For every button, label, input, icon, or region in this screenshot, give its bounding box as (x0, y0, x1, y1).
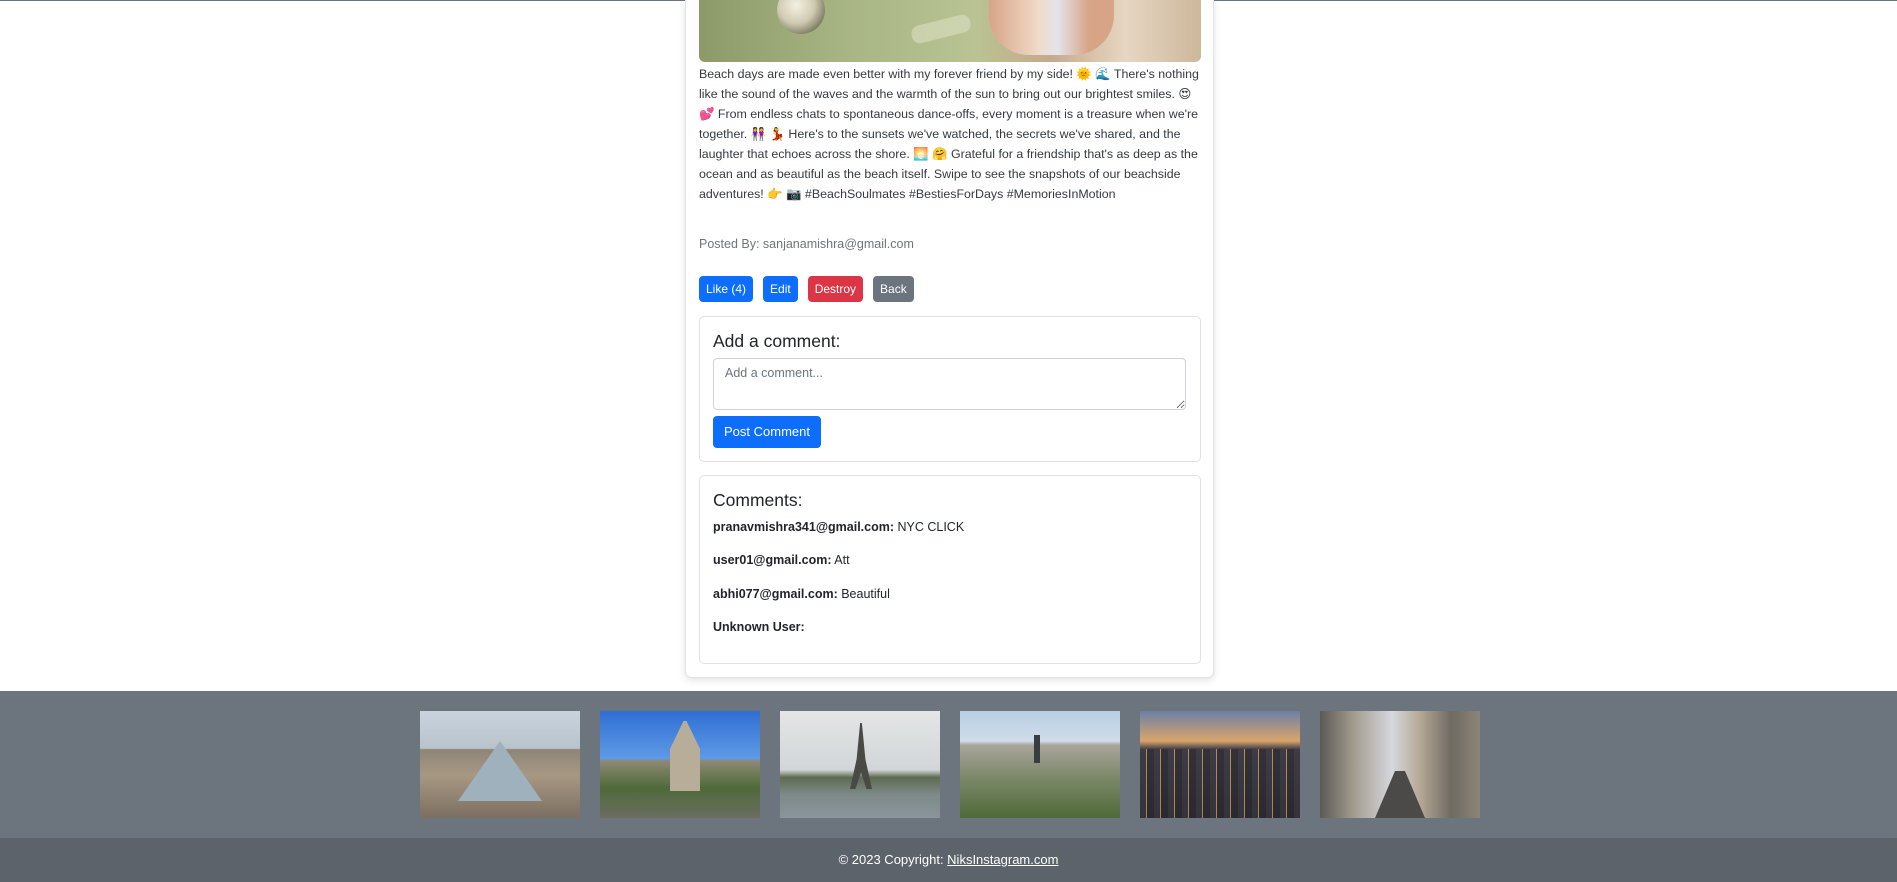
gallery-image-paris-skyline[interactable] (960, 711, 1120, 818)
pyramid-shape (458, 741, 542, 801)
scooter-badge (909, 13, 973, 45)
footer-site-link[interactable]: NiksInstagram.com (947, 852, 1058, 867)
copyright-text: © 2023 Copyright: (838, 852, 948, 867)
cathedral-shape (670, 721, 700, 791)
post-card: Beach days are made even better with my … (685, 0, 1214, 678)
post-caption: Beach days are made even better with my … (699, 67, 1199, 201)
photo-gallery (0, 691, 1897, 838)
comment-author: Unknown User: (713, 620, 805, 634)
like-button[interactable]: Like (4) (699, 276, 754, 302)
gallery-image-eiffel-tower[interactable] (780, 711, 940, 818)
comment-item: abhi077@gmail.com: Beautiful (713, 587, 890, 601)
photo-subjects (989, 0, 1114, 55)
add-comment-form: Add a comment: Post Comment (699, 316, 1201, 462)
add-comment-title: Add a comment: (713, 331, 841, 351)
footer: © 2023 Copyright: NiksInstagram.com (0, 838, 1897, 882)
post-actions: Like (4) Edit Destroy Back (699, 276, 914, 302)
comment-input[interactable] (713, 358, 1186, 410)
comments-section: Comments: pranavmishra341@gmail.com: NYC… (699, 475, 1201, 664)
back-button[interactable]: Back (873, 276, 914, 302)
scooter-headlight (777, 0, 825, 34)
post-comment-button[interactable]: Post Comment (713, 416, 821, 448)
edit-button[interactable]: Edit (763, 276, 798, 302)
destroy-button[interactable]: Destroy (807, 276, 864, 302)
comment-text: Beautiful (837, 587, 890, 601)
comment-item: user01@gmail.com: Att (713, 553, 850, 567)
gallery-image-louvre[interactable] (420, 711, 580, 818)
city-lights (1140, 749, 1300, 818)
comment-item: pranavmishra341@gmail.com: NYC CLICK (713, 520, 964, 534)
post-image (699, 0, 1201, 62)
comment-text: NYC CLICK (894, 520, 965, 534)
comment-author: user01@gmail.com: (713, 553, 832, 567)
gallery-image-notre-dame[interactable] (600, 711, 760, 818)
comment-author: abhi077@gmail.com: (713, 587, 838, 601)
street-shape (1375, 771, 1425, 818)
comment-text: Att (831, 553, 850, 567)
comment-author: pranavmishra341@gmail.com: (713, 520, 895, 534)
skyscraper-shape (1034, 735, 1040, 763)
comment-item: Unknown User: (713, 620, 805, 634)
comments-title: Comments: (713, 490, 803, 510)
gallery-image-nyc[interactable] (1140, 711, 1300, 818)
gallery-image-paris-street[interactable] (1320, 711, 1480, 818)
tower-shape (850, 723, 872, 789)
posted-by: Posted By: sanjanamishra@gmail.com (699, 237, 914, 251)
